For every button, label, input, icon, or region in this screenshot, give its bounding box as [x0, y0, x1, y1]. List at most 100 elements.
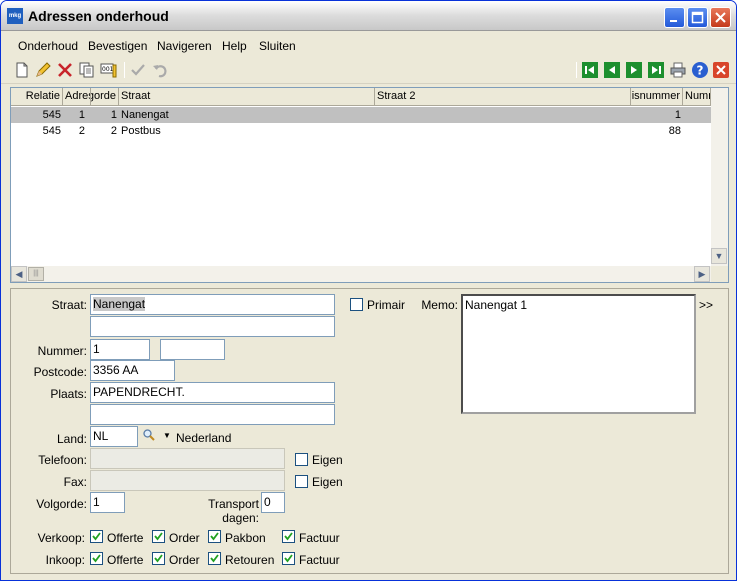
telefoon-label: Telefoon:	[38, 453, 87, 467]
toolbar: 001 ?	[1, 56, 736, 84]
minimize-button[interactable]	[664, 7, 685, 28]
app-logo-icon: mkg	[7, 8, 23, 24]
verkoop-offerte-checkbox[interactable]	[90, 530, 103, 543]
plaats-input[interactable]: PAPENDRECHT.	[90, 382, 335, 403]
chevron-down-icon[interactable]: ▼	[163, 431, 171, 440]
search-icon[interactable]	[142, 428, 156, 442]
undo-button[interactable]	[151, 61, 169, 79]
first-record-button[interactable]	[581, 61, 599, 79]
verkoop-pakbon-label: Pakbon	[225, 531, 266, 545]
renumber-button[interactable]: 001	[100, 61, 118, 79]
memo-expand-button[interactable]: >>	[699, 298, 713, 312]
straat-label: Straat:	[51, 298, 87, 312]
help-icon: ?	[692, 62, 708, 78]
column-header-numm[interactable]: Numm	[683, 88, 711, 106]
menu-onderhoud[interactable]: Onderhoud	[18, 39, 78, 53]
copy-icon	[79, 62, 94, 78]
checkmark-icon	[154, 554, 163, 563]
menu-help[interactable]: Help	[222, 39, 247, 53]
straat-input[interactable]: Nanengat	[90, 294, 335, 315]
previous-record-icon	[604, 62, 620, 78]
verkoop-pakbon-checkbox[interactable]	[208, 530, 221, 543]
scroll-down-button[interactable]: ▼	[711, 248, 727, 264]
primair-checkbox[interactable]	[350, 298, 363, 311]
scroll-right-button[interactable]: ▶	[694, 266, 710, 282]
inkoop-offerte-checkbox[interactable]	[90, 552, 103, 565]
column-header-huisnummer[interactable]: Huisnummer	[631, 88, 683, 106]
volgorde-label: Volgorde:	[36, 497, 87, 511]
nummer-input[interactable]: 1	[90, 339, 150, 360]
inkoop-retouren-checkbox[interactable]	[208, 552, 221, 565]
new-document-icon	[16, 62, 28, 78]
scroll-left-button[interactable]: ◀	[11, 266, 27, 282]
menu-sluiten[interactable]: Sluiten	[259, 39, 296, 53]
menu-bevestigen[interactable]: Bevestigen	[88, 39, 147, 53]
nummer-label: Nummer:	[37, 344, 87, 358]
column-header-relatie[interactable]: Relatie	[11, 88, 63, 106]
pencil-icon	[36, 62, 51, 77]
maximize-button[interactable]	[687, 7, 708, 28]
cell-adres: 1	[78, 109, 85, 121]
verkoop-factuur-checkbox[interactable]	[282, 530, 295, 543]
delete-button[interactable]	[56, 61, 74, 79]
checkmark-icon	[210, 532, 219, 541]
fax-input[interactable]	[90, 470, 285, 491]
column-header-volgorde[interactable]: Volgorde	[91, 88, 119, 106]
new-button[interactable]	[13, 61, 31, 79]
copy-button[interactable]	[78, 61, 96, 79]
printer-icon	[670, 62, 686, 78]
column-header-straat2[interactable]: Straat 2	[375, 88, 631, 106]
cell-adres: 2	[78, 125, 85, 137]
menu-navigeren[interactable]: Navigeren	[157, 39, 212, 53]
straat2-input[interactable]	[90, 316, 335, 337]
table-row[interactable]: 545 2 2 Postbus 88	[11, 123, 711, 139]
column-header-adres[interactable]: Adres	[63, 88, 91, 106]
land-label: Land:	[56, 432, 87, 446]
last-record-button[interactable]	[647, 61, 665, 79]
inkoop-factuur-checkbox[interactable]	[282, 552, 295, 565]
close-form-button[interactable]	[712, 61, 730, 79]
cell-volgorde: 1	[110, 109, 117, 121]
horizontal-scrollbar[interactable]: ◀ ||| ▶	[11, 266, 711, 282]
cell-huisnummer: 88	[668, 125, 681, 137]
land-input[interactable]: NL	[90, 426, 138, 447]
scrollbar-thumb[interactable]: |||	[28, 267, 44, 281]
maximize-icon	[691, 11, 704, 24]
memo-textarea[interactable]: Nanengat 1	[461, 294, 696, 414]
print-button[interactable]	[669, 61, 687, 79]
cell-numm	[683, 107, 711, 123]
help-button[interactable]: ?	[691, 61, 709, 79]
inkoop-order-label: Order	[169, 553, 200, 567]
inkoop-label: Inkoop:	[45, 553, 85, 567]
plaats2-input[interactable]	[90, 404, 335, 425]
cell-straat: Postbus	[121, 125, 161, 137]
volgorde-input[interactable]: 1	[90, 492, 125, 513]
checkmark-icon	[92, 532, 101, 541]
postcode-input[interactable]: 3356 AA	[90, 360, 175, 381]
confirm-button[interactable]	[129, 61, 147, 79]
cell-numm	[683, 123, 711, 139]
inkoop-order-checkbox[interactable]	[152, 552, 165, 565]
verkoop-label: Verkoop:	[37, 531, 85, 545]
fax-label: Fax:	[63, 475, 87, 489]
checkmark-icon	[284, 554, 293, 563]
transport-dagen-input[interactable]: 0	[261, 492, 285, 513]
inkoop-factuur-label: Factuur	[299, 553, 340, 567]
verkoop-order-checkbox[interactable]	[152, 530, 165, 543]
checkmark-icon	[284, 532, 293, 541]
close-button[interactable]	[710, 7, 731, 28]
telefoon-input[interactable]	[90, 448, 285, 469]
cell-relatie: 545	[42, 109, 61, 121]
column-header-straat[interactable]: Straat	[119, 88, 375, 106]
next-record-button[interactable]	[625, 61, 643, 79]
table-row[interactable]: 545 1 1 Nanengat 1	[11, 107, 711, 123]
eigen-telefoon-checkbox[interactable]	[295, 453, 308, 466]
eigen-fax-checkbox[interactable]	[295, 475, 308, 488]
edit-button[interactable]	[34, 61, 52, 79]
inkoop-offerte-label: Offerte	[107, 553, 144, 567]
nummer-toevoeging-input[interactable]	[160, 339, 225, 360]
cell-straat2	[375, 107, 631, 123]
vertical-scrollbar[interactable]: ▼	[711, 88, 728, 266]
minimize-icon	[670, 20, 677, 22]
previous-record-button[interactable]	[603, 61, 621, 79]
